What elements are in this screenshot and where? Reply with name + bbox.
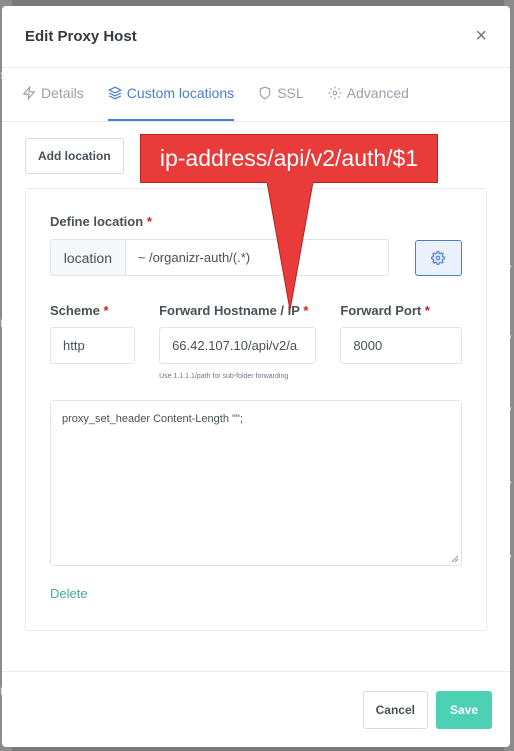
layers-icon xyxy=(107,86,122,100)
modal-footer: Cancel Save xyxy=(2,671,510,747)
advanced-config-text: proxy_set_header Content-Length ""; xyxy=(62,413,243,425)
annotation-callout: ip-address/api/v2/auth/$1 xyxy=(140,134,438,183)
tab-advanced[interactable]: Advanced xyxy=(328,85,409,121)
tab-ssl[interactable]: SSL xyxy=(258,85,304,121)
tab-label: Details xyxy=(41,85,84,101)
hostname-field: Forward Hostname / IP * 66.42.107.10/api… xyxy=(159,303,317,380)
cancel-button[interactable]: Cancel xyxy=(362,690,428,729)
required-mark: * xyxy=(424,303,430,318)
tab-label: Custom locations xyxy=(126,85,235,101)
location-row: location ~ /organizr-auth/(.*) xyxy=(50,239,462,276)
modal-header: Edit Proxy Host × xyxy=(2,6,510,68)
scheme-label-text: Scheme xyxy=(50,303,100,318)
tab-label: Advanced xyxy=(346,85,409,101)
location-path-input[interactable]: ~ /organizr-auth/(.*) xyxy=(124,239,389,276)
save-button[interactable]: Save xyxy=(435,690,492,729)
annotation-pointer xyxy=(266,182,314,311)
add-location-button[interactable]: Add location xyxy=(25,138,124,174)
scheme-label: Scheme * xyxy=(50,303,135,318)
required-mark: * xyxy=(103,303,109,318)
required-mark: * xyxy=(146,214,152,229)
gear-icon xyxy=(328,86,342,100)
tab-label: SSL xyxy=(277,85,304,101)
hostname-hint: Use 1.1.1.1/path for sub-folder forwardi… xyxy=(159,373,289,380)
tab-custom-locations[interactable]: Custom locations xyxy=(107,85,235,121)
location-card: Define location * location ~ /organizr-a… xyxy=(25,188,487,631)
port-label: Forward Port * xyxy=(340,303,462,318)
delete-location-link[interactable]: Delete xyxy=(50,586,462,601)
location-prefix: location xyxy=(50,239,125,276)
define-location-text: Define location xyxy=(50,214,144,229)
scheme-field: Scheme * http xyxy=(50,303,136,380)
zap-icon xyxy=(22,86,36,100)
forward-port-input[interactable]: 8000 xyxy=(340,327,462,364)
define-location-label: Define location * xyxy=(50,214,462,229)
location-settings-button[interactable] xyxy=(414,239,462,276)
gear-icon xyxy=(431,250,446,265)
port-field: Forward Port * 8000 xyxy=(340,303,462,380)
edit-proxy-host-modal: Edit Proxy Host × Details Custom locatio… xyxy=(2,6,510,747)
forward-fields: Scheme * http Forward Hostname / IP * 66… xyxy=(50,303,462,380)
resize-handle-icon[interactable] xyxy=(451,555,459,563)
tab-details[interactable]: Details xyxy=(22,85,84,121)
close-icon[interactable]: × xyxy=(475,25,487,48)
modal-body: Add location Define location * location … xyxy=(2,122,510,631)
tab-bar: Details Custom locations SSL Advanced xyxy=(2,68,510,122)
port-label-text: Forward Port xyxy=(340,303,422,318)
advanced-config-textarea[interactable]: proxy_set_header Content-Length ""; xyxy=(50,400,462,566)
shield-icon xyxy=(259,86,271,100)
forward-hostname-input[interactable]: 66.42.107.10/api/v2/a xyxy=(159,327,317,364)
modal-title: Edit Proxy Host xyxy=(25,28,137,45)
scheme-input[interactable]: http xyxy=(50,327,136,364)
